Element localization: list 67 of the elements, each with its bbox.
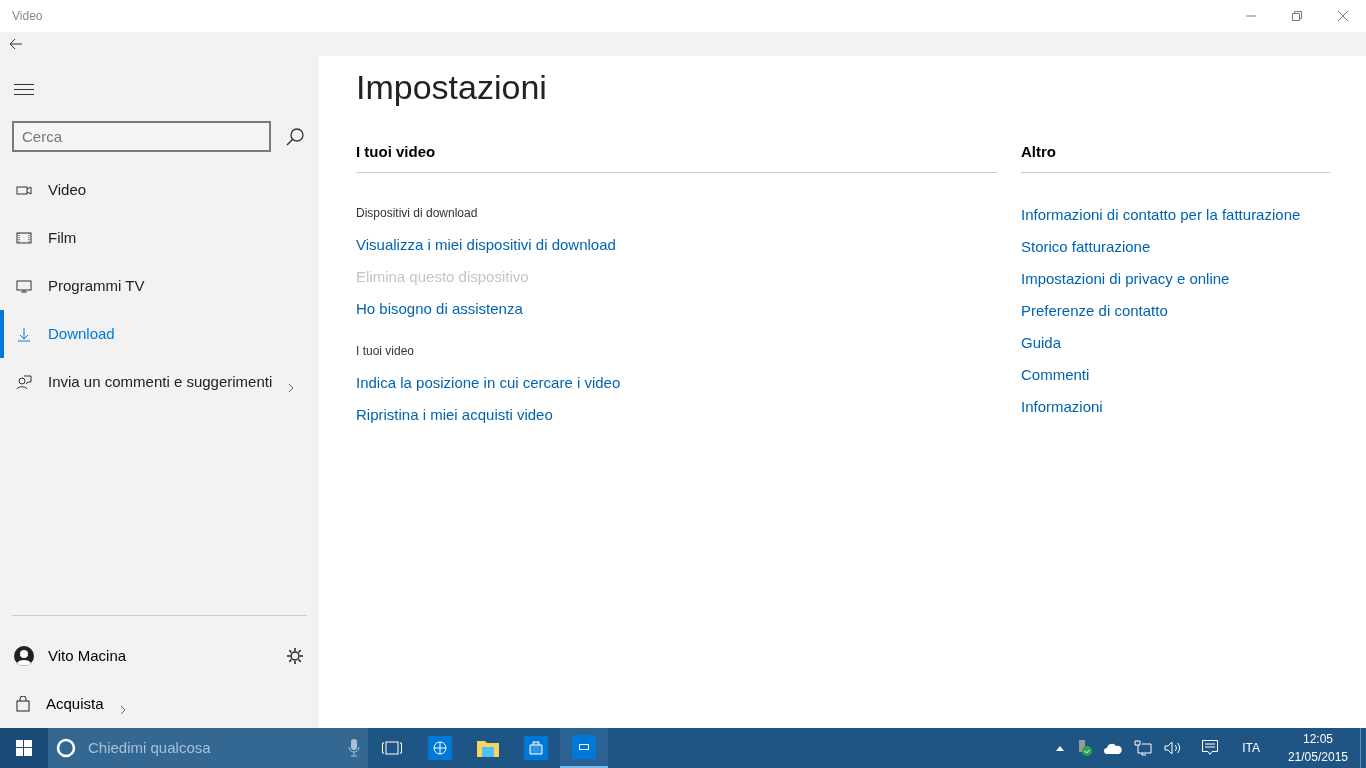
nav-label: Download [48,323,115,344]
microphone-icon [348,738,360,758]
menu-icon [14,83,34,95]
settings-icon [287,648,303,664]
video-app-icon [572,735,596,759]
avatar-icon [14,646,34,666]
nav-label: Invia un commenti e suggerimenti [48,371,273,392]
page-title: Impostazioni [356,67,548,108]
settings-link[interactable]: Storico fatturazione [1021,231,1151,263]
settings-link[interactable]: Commenti [1021,359,1090,391]
restore-icon [1292,11,1302,21]
nav-item[interactable]: Video [0,166,319,214]
windows-logo-icon [16,740,32,756]
chevron-icon [288,383,295,393]
settings-link[interactable]: Guida [1021,327,1062,359]
settings-link[interactable]: Visualizza i miei dispositivi di download [356,229,616,261]
window-title: Video [12,8,43,24]
settings-link[interactable]: Informazioni di contatto per la fatturazione [1021,199,1301,231]
nav-label: Programmi TV [48,275,145,296]
usb-check-icon [1076,740,1093,756]
notification-icon [1202,740,1219,756]
nav-item[interactable]: Programmi TV [0,262,319,310]
taskbar-app[interactable] [560,728,608,768]
section-heading: I tuoi video [356,142,997,173]
search-field[interactable]: Cerca [12,121,271,152]
globe-icon [428,736,452,760]
settings-link[interactable]: Informazioni [1021,391,1103,423]
folder-icon [477,739,499,757]
shopping-bag-icon [524,736,548,760]
settings-link[interactable]: Indica la posizione in cui cercare i video [356,367,621,399]
nav-item[interactable]: Film [0,214,319,262]
menu-button[interactable] [14,81,34,97]
task-view-icon [382,741,402,755]
speaker-icon [1164,741,1183,755]
group-label: Dispositivi di download [356,205,479,221]
nav-label: Video [48,179,87,200]
network-icon [1134,740,1153,756]
close-icon [1338,11,1348,21]
clock-date: 21/05/2015 [1287,749,1348,766]
store-link[interactable]: Acquista [0,680,319,728]
settings-link[interactable]: Ripristina i miei acquisti video [356,399,553,431]
shopping-bag-icon [16,696,30,712]
nav-label: Film [48,227,77,248]
settings-link[interactable]: Ho bisogno di assistenza [356,293,523,325]
cortana-search-box[interactable]: Chiedimi qualcosa [48,728,368,768]
settings-link[interactable]: Impostazioni di privacy e online [1021,263,1230,295]
monitor-icon [16,278,32,294]
chevron-icon [119,705,126,715]
search-icon [285,126,305,147]
nav-item[interactable]: Download [0,310,319,358]
cortana-placeholder: Chiedimi qualcosa [88,737,211,758]
section-heading: Altro [1021,142,1330,173]
feedback-icon [16,374,32,390]
cloud-icon [1104,742,1123,754]
nav-item[interactable]: Invia un commenti e suggerimenti [0,358,319,406]
settings-button[interactable] [287,648,303,664]
circle-icon [56,738,76,758]
user-name: Vito Macina [48,645,127,666]
film-icon [16,230,32,246]
back-arrow-icon [9,38,23,50]
clock-time: 12:05 [1302,731,1333,748]
group-label: I tuoi video [356,343,416,359]
download-icon [16,326,32,342]
caret-up-icon [1056,745,1065,751]
start-button[interactable] [0,728,48,768]
settings-link[interactable]: Preferenze di contatto [1021,295,1168,327]
language-indicator[interactable]: ITA [1242,740,1260,756]
